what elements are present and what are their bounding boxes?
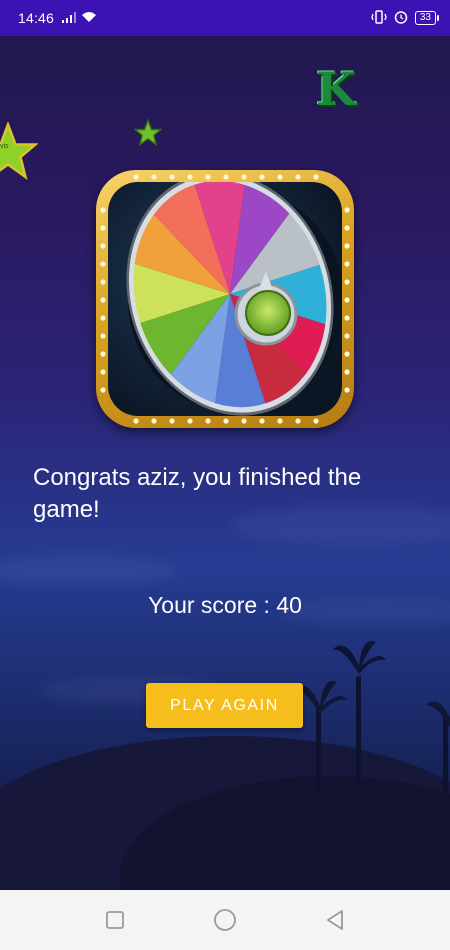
status-bar: 14:46 33 — [0, 0, 450, 36]
game-screen: K vis Congrats aziz, you finished the ga… — [0, 36, 450, 890]
wheel-logo — [96, 170, 354, 428]
alarm-icon — [394, 10, 408, 27]
recent-apps-button[interactable] — [95, 900, 135, 940]
wifi-icon — [81, 10, 97, 26]
status-time: 14:46 — [18, 10, 55, 26]
vibrate-icon — [371, 9, 387, 27]
score-text: Your score : 40 — [148, 592, 302, 618]
play-again-button[interactable]: PLAY AGAIN — [146, 683, 303, 728]
square-icon — [106, 911, 124, 929]
back-button[interactable] — [315, 900, 355, 940]
signal-icon — [62, 10, 77, 26]
battery-level: 33 — [419, 12, 431, 23]
background-cloud — [0, 556, 180, 586]
star-decoration: vis — [0, 120, 39, 187]
triangle-back-icon — [327, 910, 343, 930]
circle-icon — [214, 909, 236, 931]
home-button[interactable] — [205, 900, 245, 940]
battery-icon: 33 — [414, 11, 440, 25]
star-decoration — [133, 118, 163, 152]
star-tile-text: vis — [0, 143, 9, 150]
marquee-lights — [100, 174, 350, 424]
letter-k-decoration: K — [316, 62, 356, 116]
navigation-bar — [0, 890, 450, 950]
congrats-message: Congrats aziz, you finished the game! — [33, 464, 362, 523]
